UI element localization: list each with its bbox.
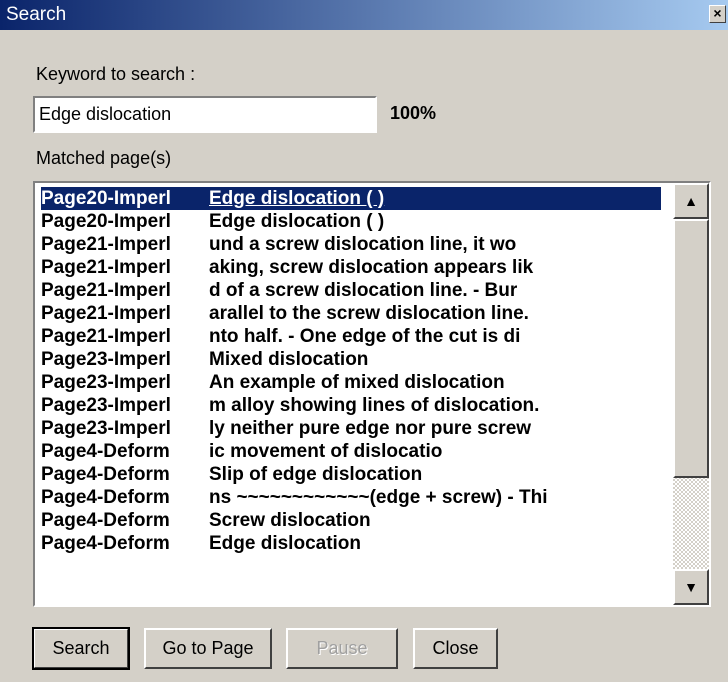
result-snippet: Edge dislocation ( ): [209, 211, 385, 232]
result-page-name: Page21-Imperl: [41, 280, 171, 301]
result-page-name: Page21-Imperl: [41, 326, 171, 347]
result-row[interactable]: Page4-Deform Edge dislocation: [41, 532, 661, 555]
arrow-down-icon: ▼: [684, 579, 698, 595]
result-row[interactable]: Page21-Imperl d of a screw dislocation li…: [41, 279, 661, 302]
result-page-name: Page21-Imperl: [41, 257, 171, 278]
result-page-name: Page23-Imperl: [41, 418, 171, 439]
result-snippet: aking, screw dislocation appears lik: [209, 257, 534, 278]
result-snippet: Screw dislocation: [209, 510, 371, 531]
result-page-name: Page23-Imperl: [41, 395, 171, 416]
result-snippet: ic movement of dislocatio: [209, 441, 443, 462]
result-snippet: Edge dislocation ( ): [209, 188, 385, 209]
result-snippet: arallel to the screw dislocation line.: [209, 303, 529, 324]
result-page-name: Page4-Deform: [41, 533, 170, 554]
result-snippet: Slip of edge dislocation: [209, 464, 423, 485]
vertical-scrollbar[interactable]: ▲ ▼: [673, 183, 709, 605]
result-snippet: und a screw dislocation line, it wo: [209, 234, 517, 255]
title-bar[interactable]: Search ×: [0, 0, 728, 30]
search-dialog: Search × Keyword to search : 100% Matche…: [0, 0, 728, 682]
search-button[interactable]: Search: [32, 627, 130, 670]
result-row[interactable]: Page4-Deform Screw dislocation: [41, 509, 661, 532]
result-page-name: Page21-Imperl: [41, 234, 171, 255]
matched-pages-list[interactable]: Page20-Imperl Edge dislocation ( ) Page20-…: [33, 181, 711, 607]
result-page-name: Page4-Deform: [41, 510, 170, 531]
result-snippet: Edge dislocation: [209, 533, 362, 554]
results-rows: Page20-Imperl Edge dislocation ( ) Page20-…: [41, 187, 661, 555]
result-snippet: Mixed dislocation: [209, 349, 369, 370]
result-row[interactable]: Page21-Imperl arallel to the screw disloc…: [41, 302, 661, 325]
result-page-name: Page20-Imperl: [41, 188, 171, 209]
result-snippet: ns ~~~~~~~~~~~~(edge + screw) - Thi: [209, 487, 548, 508]
result-row[interactable]: Page4-Deform Slip of edge dislocation: [41, 463, 661, 486]
result-snippet: d of a screw dislocation line. - Bur: [209, 280, 518, 301]
result-row[interactable]: Page21-Imperl aking, screw dislocation ap…: [41, 256, 661, 279]
result-page-name: Page4-Deform: [41, 441, 170, 462]
scroll-down-button[interactable]: ▼: [673, 569, 709, 605]
close-window-button[interactable]: ×: [709, 5, 726, 23]
result-row[interactable]: Page4-Deform ic movement of dislocatio: [41, 440, 661, 463]
keyword-input[interactable]: [33, 96, 377, 133]
result-snippet: ly neither pure edge nor pure screw: [209, 418, 532, 439]
close-button[interactable]: Close: [413, 628, 498, 669]
pause-button[interactable]: Pause: [286, 628, 398, 669]
close-icon: ×: [713, 5, 722, 21]
window-title: Search: [6, 4, 67, 25]
result-page-name: Page21-Imperl: [41, 303, 171, 324]
result-snippet: An example of mixed dislocation: [209, 372, 505, 393]
scroll-up-button[interactable]: ▲: [673, 183, 709, 219]
arrow-up-icon: ▲: [684, 193, 698, 209]
result-page-name: Page20-Imperl: [41, 211, 171, 232]
result-page-name: Page4-Deform: [41, 464, 170, 485]
result-row[interactable]: Page21-Imperl nto half. - One edge of the…: [41, 325, 661, 348]
progress-percent: 100%: [390, 103, 437, 123]
matched-pages-label: Matched page(s): [36, 148, 172, 168]
result-row[interactable]: Page20-Imperl Edge dislocation ( ): [41, 210, 661, 233]
result-row[interactable]: Page4-Deform ns ~~~~~~~~~~~~(edge + screw…: [41, 486, 661, 509]
result-page-name: Page23-Imperl: [41, 372, 171, 393]
result-row[interactable]: Page20-Imperl Edge dislocation ( ): [41, 187, 661, 210]
result-row[interactable]: Page23-Imperl An example of mixed disloca…: [41, 371, 661, 394]
result-snippet: nto half. - One edge of the cut is di: [209, 326, 521, 347]
result-row[interactable]: Page21-Imperl und a screw dislocation lin…: [41, 233, 661, 256]
result-snippet: m alloy showing lines of dislocation.: [209, 395, 540, 416]
result-page-name: Page4-Deform: [41, 487, 170, 508]
result-page-name: Page23-Imperl: [41, 349, 171, 370]
result-row[interactable]: Page23-Imperl Mixed dislocation: [41, 348, 661, 371]
result-row[interactable]: Page23-Imperl m alloy showing lines of di…: [41, 394, 661, 417]
scrollbar-thumb[interactable]: [673, 219, 709, 478]
keyword-label: Keyword to search :: [36, 64, 196, 84]
go-to-page-button[interactable]: Go to Page: [144, 628, 272, 669]
result-row[interactable]: Page23-Imperl ly neither pure edge nor pu…: [41, 417, 661, 440]
